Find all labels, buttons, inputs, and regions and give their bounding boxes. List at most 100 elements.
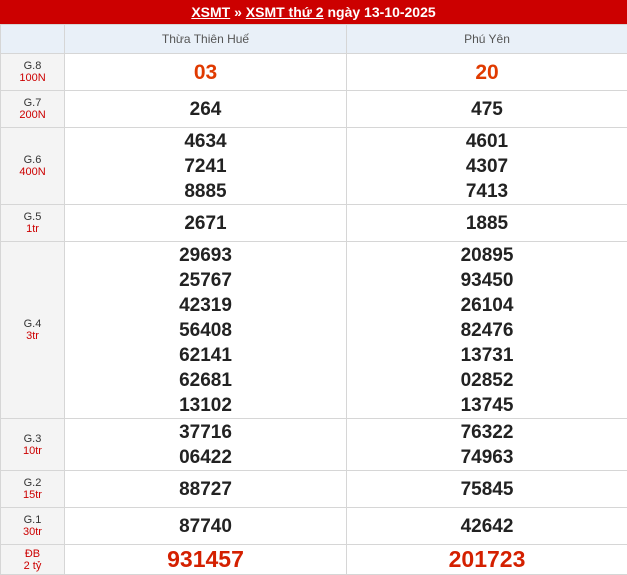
- result-cell: 87740: [65, 508, 347, 545]
- prize-amount: 200N: [1, 109, 64, 121]
- result-cell: 42642: [347, 508, 627, 545]
- prize-row-g7: G.7 200N 264 475: [1, 91, 627, 128]
- prize-label: G.5 1tr: [1, 205, 65, 242]
- prize-name: G.8: [24, 60, 42, 72]
- prize-amount: 30tr: [1, 526, 64, 538]
- result-cell: 75845: [347, 471, 627, 508]
- result-number: 7413: [347, 179, 627, 204]
- prize-amount: 3tr: [1, 330, 64, 342]
- result-number: 475: [347, 97, 627, 122]
- prize-name: G.7: [24, 97, 42, 109]
- result-cell: 2671: [65, 205, 347, 242]
- prize-row-g2: G.2 15tr 88727 75845: [1, 471, 627, 508]
- prize-name: G.4: [24, 318, 42, 330]
- result-number: 13731: [347, 343, 627, 368]
- prize-name: G.2: [24, 477, 42, 489]
- result-number: 20895: [347, 243, 627, 268]
- result-number: 4307: [347, 154, 627, 179]
- result-number: 25767: [65, 268, 346, 293]
- prize-amount: 400N: [1, 166, 64, 178]
- prize-name: ĐB: [1, 548, 64, 560]
- prize-name: G.1: [24, 514, 42, 526]
- prize-amount: 1tr: [1, 223, 64, 235]
- prize-label: G.6 400N: [1, 128, 65, 205]
- prize-row-special: ĐB 2 tỷ 931457 201723: [1, 545, 627, 575]
- xsmt-link[interactable]: XSMT: [191, 4, 230, 20]
- results-table: Thừa Thiên Huế Phú Yên G.8 100N 03 20 G.…: [0, 24, 627, 575]
- result-cell: 4601 4307 7413: [347, 128, 627, 205]
- result-number: 1885: [347, 211, 627, 236]
- result-cell: 264: [65, 91, 347, 128]
- result-number: 26104: [347, 293, 627, 318]
- result-number: 75845: [347, 477, 627, 502]
- result-cell: 88727: [65, 471, 347, 508]
- result-cell: 201723: [347, 545, 627, 575]
- result-number: 931457: [65, 547, 346, 572]
- results-header: XSMT » XSMT thứ 2 ngày 13-10-2025: [0, 0, 627, 24]
- result-number: 02852: [347, 368, 627, 393]
- result-cell: 03: [65, 54, 347, 91]
- result-number: 4601: [347, 129, 627, 154]
- province-header-1[interactable]: Thừa Thiên Huế: [65, 25, 347, 54]
- result-number: 2671: [65, 211, 346, 236]
- breadcrumb-separator: »: [234, 4, 242, 20]
- results-panel: XSMT » XSMT thứ 2 ngày 13-10-2025 Thừa T…: [0, 0, 627, 575]
- prize-row-g5: G.5 1tr 2671 1885: [1, 205, 627, 242]
- result-cell: 29693 25767 42319 56408 62141 62681 1310…: [65, 242, 347, 419]
- province-header-2[interactable]: Phú Yên: [347, 25, 627, 54]
- prize-label: G.8 100N: [1, 54, 65, 91]
- prize-row-g4: G.4 3tr 29693 25767 42319 56408 62141 62…: [1, 242, 627, 419]
- result-number: 29693: [65, 243, 346, 268]
- result-number: 13102: [65, 393, 346, 418]
- result-number: 82476: [347, 318, 627, 343]
- prize-row-g8: G.8 100N 03 20: [1, 54, 627, 91]
- prize-row-g3: G.3 10tr 37716 06422 76322 74963: [1, 419, 627, 471]
- corner-cell: [1, 25, 65, 54]
- result-number: 42319: [65, 293, 346, 318]
- result-number: 88727: [65, 477, 346, 502]
- prize-label: G.3 10tr: [1, 419, 65, 471]
- prize-amount: 15tr: [1, 489, 64, 501]
- prize-name: G.6: [24, 154, 42, 166]
- draw-date: ngày 13-10-2025: [327, 4, 435, 20]
- result-number: 13745: [347, 393, 627, 418]
- prize-name: G.5: [24, 211, 42, 223]
- prize-label: G.4 3tr: [1, 242, 65, 419]
- result-number: 56408: [65, 318, 346, 343]
- result-number: 62141: [65, 343, 346, 368]
- table-header-row: Thừa Thiên Huế Phú Yên: [1, 25, 627, 54]
- result-number: 7241: [65, 154, 346, 179]
- result-number: 87740: [65, 514, 346, 539]
- result-cell: 76322 74963: [347, 419, 627, 471]
- result-number: 20: [347, 60, 627, 85]
- prize-name: G.3: [24, 433, 42, 445]
- result-number: 06422: [65, 445, 346, 470]
- result-cell: 475: [347, 91, 627, 128]
- result-number: 03: [65, 60, 346, 85]
- prize-label: G.7 200N: [1, 91, 65, 128]
- result-cell: 4634 7241 8885: [65, 128, 347, 205]
- prize-label: G.2 15tr: [1, 471, 65, 508]
- result-cell: 20: [347, 54, 627, 91]
- result-cell: 20895 93450 26104 82476 13731 02852 1374…: [347, 242, 627, 419]
- prize-label: ĐB 2 tỷ: [1, 545, 65, 575]
- result-cell: 37716 06422: [65, 419, 347, 471]
- result-number: 93450: [347, 268, 627, 293]
- result-number: 42642: [347, 514, 627, 539]
- result-cell: 1885: [347, 205, 627, 242]
- result-number: 62681: [65, 368, 346, 393]
- prize-label: G.1 30tr: [1, 508, 65, 545]
- prize-amount: 10tr: [1, 445, 64, 457]
- prize-row-g6: G.6 400N 4634 7241 8885 4601 4307 7413: [1, 128, 627, 205]
- prize-amount: 100N: [1, 72, 64, 84]
- prize-row-g1: G.1 30tr 87740 42642: [1, 508, 627, 545]
- result-number: 74963: [347, 445, 627, 470]
- xsmt-weekday-link[interactable]: XSMT thứ 2: [246, 4, 324, 20]
- result-cell: 931457: [65, 545, 347, 575]
- result-number: 264: [65, 97, 346, 122]
- prize-amount: 2 tỷ: [1, 560, 64, 572]
- result-number: 4634: [65, 129, 346, 154]
- result-number: 76322: [347, 420, 627, 445]
- result-number: 201723: [347, 547, 627, 572]
- result-number: 8885: [65, 179, 346, 204]
